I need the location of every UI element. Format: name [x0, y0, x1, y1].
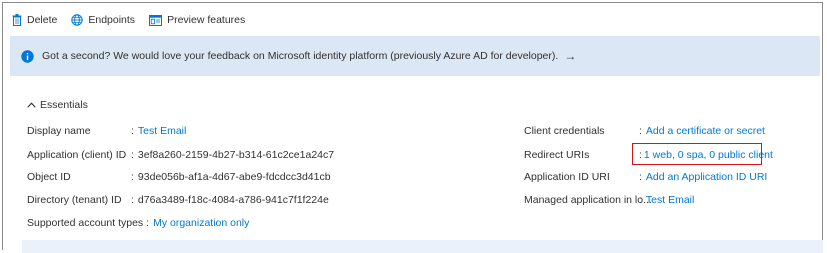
info-icon — [21, 49, 34, 63]
redirect-uris-highlight — [632, 143, 762, 165]
essentials-title: Essentials — [40, 99, 88, 111]
managed-app-link[interactable]: Test Email — [646, 194, 694, 206]
display-name-label: Display name — [27, 125, 91, 137]
next-section-band — [22, 240, 823, 253]
arrow-right-icon[interactable]: → — [564, 49, 576, 63]
colon: : — [639, 194, 642, 206]
client-id-value: 3ef8a260-2159-4b27-b314-61c2ce1a24c7 — [137, 149, 335, 161]
colon: : — [639, 171, 642, 183]
colon: : — [131, 125, 134, 137]
client-id-label: Application (client) ID — [27, 149, 127, 161]
colon: : — [131, 194, 134, 206]
client-credentials-label: Client credentials — [524, 125, 605, 137]
chevron-up-icon — [27, 102, 36, 108]
preview-features-button[interactable]: Preview features — [149, 14, 245, 26]
endpoints-button[interactable]: Endpoints — [71, 14, 135, 26]
object-id-value: 93de056b-af1a-4d67-abe9-fdcdcc3d41cb — [137, 171, 331, 183]
essentials-toggle[interactable]: Essentials — [27, 99, 88, 111]
app-id-uri-link[interactable]: Add an Application ID URI — [646, 171, 767, 183]
feedback-banner[interactable]: Got a second? We would love your feedbac… — [10, 36, 820, 76]
globe-icon — [71, 14, 84, 26]
endpoints-label: Endpoints — [88, 14, 136, 26]
account-types-value[interactable]: My organization only — [153, 217, 249, 229]
command-bar: Delete Endpoints Preview features — [12, 11, 259, 29]
app-id-uri-label: Application ID URI — [524, 171, 610, 183]
colon: : — [131, 171, 134, 183]
managed-app-label: Managed application in lo... — [524, 194, 652, 206]
colon: : — [146, 217, 150, 229]
preview-features-label: Preview features — [167, 14, 246, 26]
client-id-row: Application (client) ID : 3ef8a260-2159-… — [27, 148, 334, 162]
app-id-uri-row: Application ID URI : Add an Application … — [524, 170, 767, 184]
display-name-value[interactable]: Test Email — [138, 125, 186, 137]
account-types-label: Supported account types — [27, 217, 144, 229]
display-name-row: Display name : Test Email — [27, 124, 186, 138]
tenant-id-label: Directory (tenant) ID — [27, 194, 122, 206]
object-id-row: Object ID : 93de056b-af1a-4d67-abe9-fdcd… — [27, 170, 331, 184]
preview-features-icon — [149, 14, 163, 26]
colon: : — [131, 149, 134, 161]
managed-app-row: Managed application in lo... : Test Emai… — [524, 193, 694, 207]
client-credentials-row: Client credentials : Add a certificate o… — [524, 124, 765, 138]
feedback-message: Got a second? We would love your feedbac… — [42, 50, 559, 62]
tenant-id-row: Directory (tenant) ID : d76a3489-f18c-40… — [27, 193, 329, 207]
client-credentials-link[interactable]: Add a certificate or secret — [646, 125, 765, 137]
delete-label: Delete — [27, 14, 58, 26]
tenant-id-value: d76a3489-f18c-4084-a786-941c7f1f224e — [137, 194, 329, 206]
redirect-uris-label: Redirect URIs — [524, 149, 590, 161]
account-types-row: Supported account types : My organizatio… — [27, 216, 249, 230]
object-id-label: Object ID — [27, 171, 71, 183]
trash-icon — [12, 14, 22, 26]
colon: : — [639, 125, 642, 137]
delete-button[interactable]: Delete — [12, 14, 57, 26]
